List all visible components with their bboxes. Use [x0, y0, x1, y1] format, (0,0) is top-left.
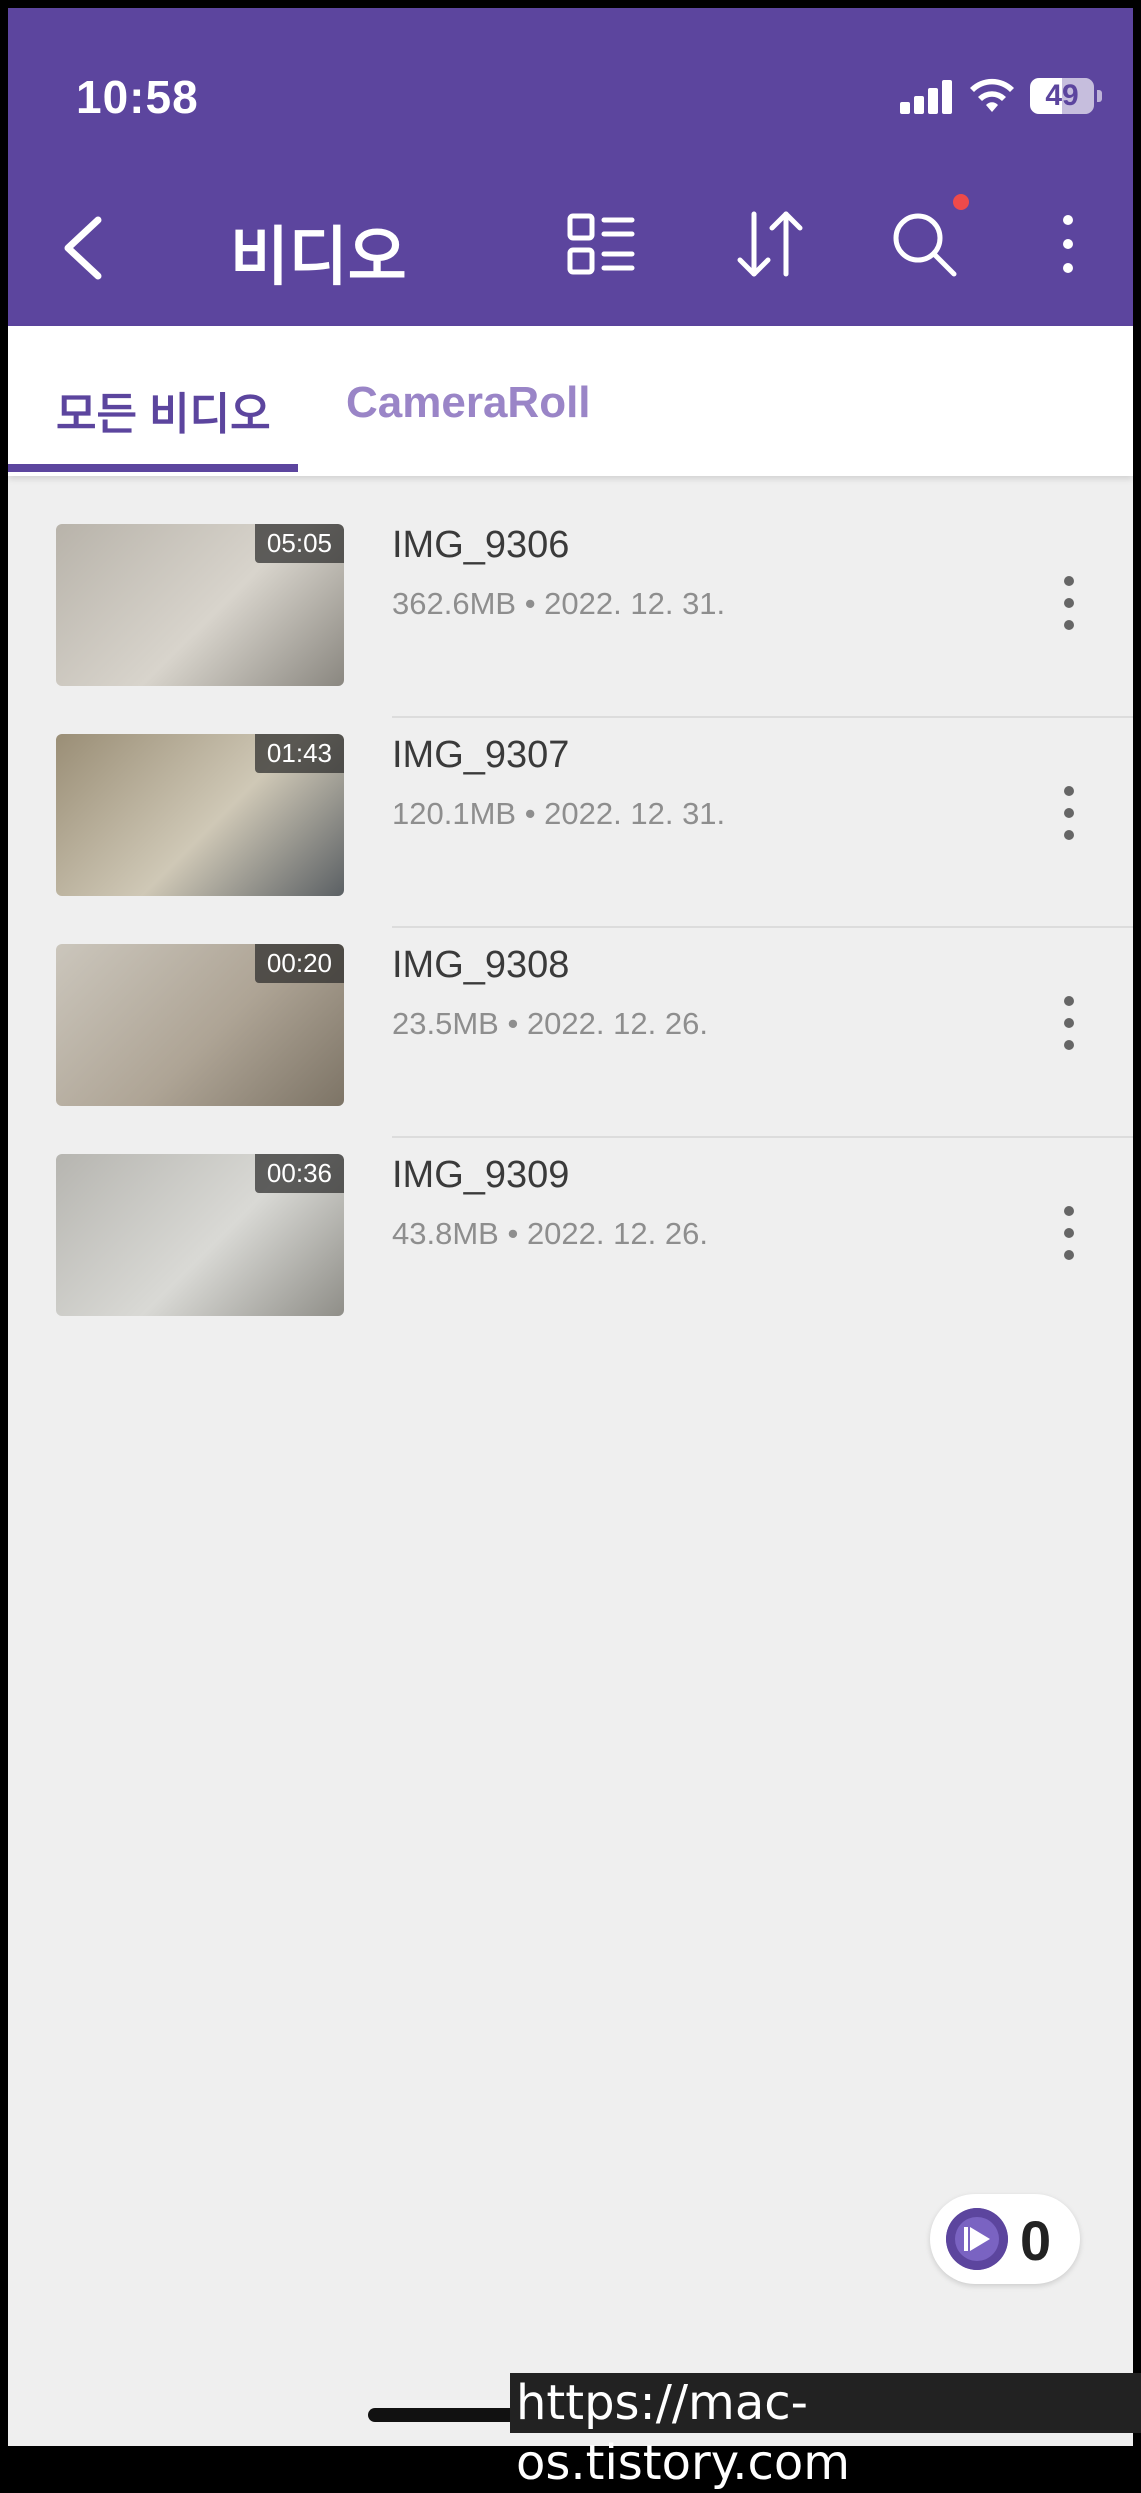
signal-icon: [900, 80, 952, 114]
battery-icon: 49: [1030, 78, 1102, 114]
video-thumbnail[interactable]: 00:36: [56, 1154, 344, 1316]
duration-badge: 00:20: [254, 944, 344, 983]
video-thumbnail[interactable]: 01:43: [56, 734, 344, 896]
video-size: 362.6MB: [392, 586, 517, 621]
search-icon[interactable]: [884, 204, 964, 284]
notification-dot: [953, 194, 969, 210]
battery-level: 49: [1045, 79, 1079, 112]
video-thumbnail[interactable]: 00:20: [56, 944, 344, 1106]
video-list: 05:05 IMG_9306 362.6MB • 2022. 12. 31. 0…: [8, 508, 1133, 1348]
video-date: 2022. 12. 31.: [544, 796, 726, 831]
meta-separator: •: [507, 1216, 527, 1251]
tab-cameraroll[interactable]: CameraRoll: [346, 378, 591, 428]
video-date: 2022. 12. 26.: [526, 1006, 708, 1041]
meta-separator: •: [507, 1006, 527, 1041]
play-queue-icon: [946, 2208, 1008, 2270]
row-more-icon[interactable]: [1058, 576, 1082, 632]
phone-screen: 10:58 49 비디오 모든 비디오 CameraRoll 05:05 IMG…: [8, 8, 1133, 2446]
video-row[interactable]: 05:05 IMG_9306 362.6MB • 2022. 12. 31.: [8, 508, 1133, 718]
wifi-icon: [970, 78, 1014, 112]
back-arrow-icon[interactable]: [54, 210, 110, 286]
video-row[interactable]: 00:36 IMG_9309 43.8MB • 2022. 12. 26.: [8, 1138, 1133, 1348]
sort-icon[interactable]: [730, 204, 810, 284]
video-title: IMG_9307: [392, 734, 570, 776]
tab-all-videos[interactable]: 모든 비디오: [56, 378, 271, 442]
queue-badge[interactable]: 0: [930, 2194, 1080, 2284]
video-title: IMG_9308: [392, 944, 570, 986]
duration-badge: 01:43: [254, 734, 344, 773]
video-row[interactable]: 00:20 IMG_9308 23.5MB • 2022. 12. 26.: [8, 928, 1133, 1138]
video-meta: 362.6MB • 2022. 12. 31.: [392, 586, 725, 622]
queue-count: 0: [1020, 2209, 1052, 2272]
video-size: 43.8MB: [392, 1216, 499, 1251]
status-time: 10:58: [76, 71, 199, 123]
video-meta: 23.5MB • 2022. 12. 26.: [392, 1006, 708, 1042]
video-size: 23.5MB: [392, 1006, 499, 1041]
list-view-icon[interactable]: [560, 204, 640, 284]
tab-indicator: [8, 464, 298, 472]
meta-separator: •: [524, 586, 545, 621]
watermark: https://mac-os.tistory.com: [510, 2373, 1141, 2491]
more-options-icon[interactable]: [1028, 204, 1108, 284]
tab-bar: 모든 비디오 CameraRoll: [8, 326, 1133, 476]
video-meta: 120.1MB • 2022. 12. 31.: [392, 796, 725, 832]
meta-separator: •: [524, 796, 545, 831]
video-meta: 43.8MB • 2022. 12. 26.: [392, 1216, 708, 1252]
duration-badge: 05:05: [254, 524, 344, 563]
video-date: 2022. 12. 26.: [526, 1216, 708, 1251]
row-more-icon[interactable]: [1058, 786, 1082, 842]
duration-badge: 00:36: [254, 1154, 344, 1193]
page-title: 비디오: [230, 221, 407, 293]
row-more-icon[interactable]: [1058, 996, 1082, 1052]
video-row[interactable]: 01:43 IMG_9307 120.1MB • 2022. 12. 31.: [8, 718, 1133, 928]
video-title: IMG_9306: [392, 524, 570, 566]
row-more-icon[interactable]: [1058, 1206, 1082, 1262]
video-thumbnail[interactable]: 05:05: [56, 524, 344, 686]
video-title: IMG_9309: [392, 1154, 570, 1196]
video-size: 120.1MB: [392, 796, 517, 831]
video-date: 2022. 12. 31.: [544, 586, 726, 621]
